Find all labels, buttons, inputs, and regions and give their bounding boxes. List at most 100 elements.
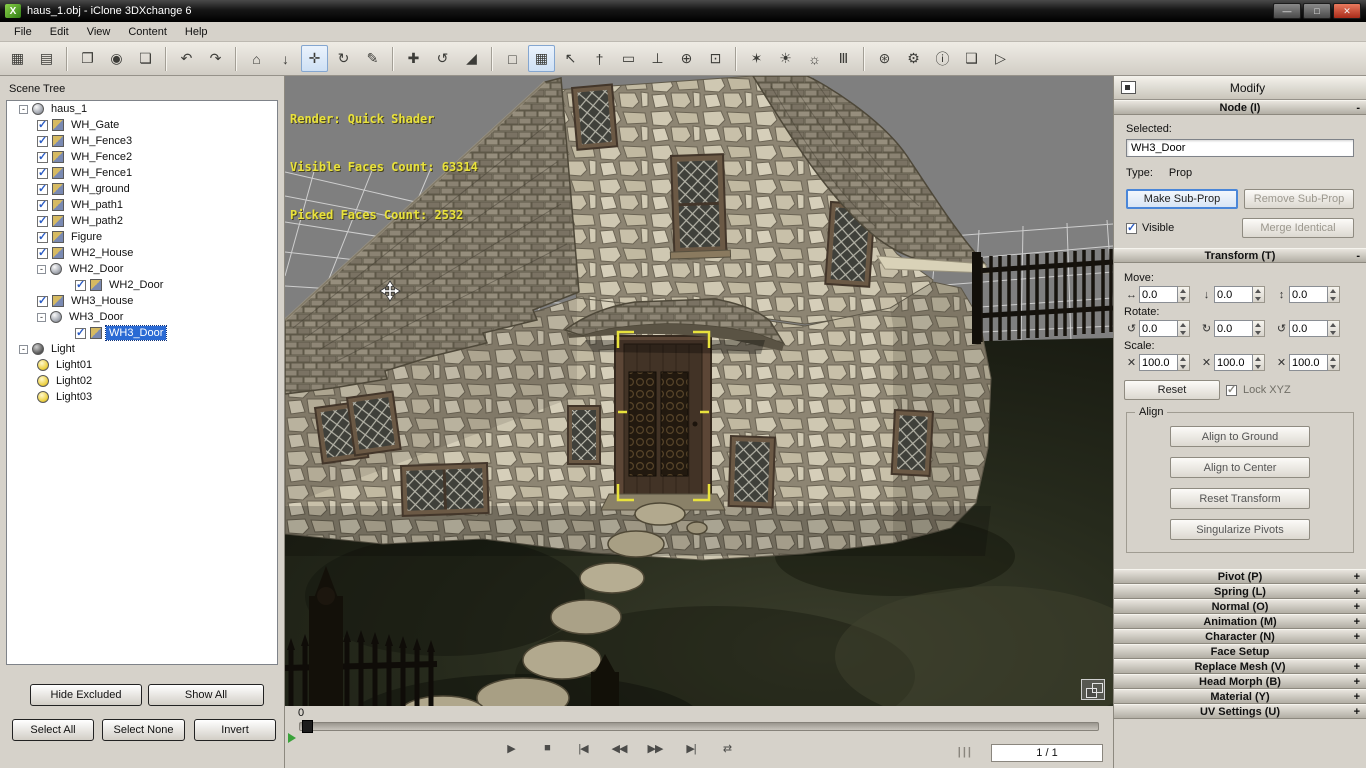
material-info-icon[interactable]: ⓘ [929, 45, 956, 72]
door-selected-prop[interactable] [600, 335, 726, 511]
close-button[interactable]: ✕ [1333, 3, 1361, 19]
tree-item-label[interactable]: WH_path1 [68, 198, 126, 212]
export-model-icon[interactable]: ❏ [132, 45, 159, 72]
pick-tool-icon[interactable]: ✎ [359, 45, 386, 72]
tree-visibility-checkbox[interactable] [75, 326, 86, 339]
expand-plus-icon[interactable]: + [1354, 570, 1360, 584]
section-replace-mesh-v[interactable]: Replace Mesh (V) + [1114, 659, 1366, 674]
rotate-axis-icon[interactable]: ↺ [1274, 322, 1289, 335]
timeline-handle[interactable] [302, 720, 313, 733]
spinner-arrows-icon[interactable] [1328, 320, 1340, 337]
scale-value-field[interactable] [1139, 354, 1178, 371]
tree-visibility-checkbox[interactable] [37, 118, 48, 131]
tree-item-label[interactable]: WH2_Door [106, 278, 166, 292]
prev-frame-icon[interactable]: ◀◀ [609, 742, 629, 755]
auto-light-icon[interactable]: ✶ [743, 45, 770, 72]
minimize-button[interactable]: — [1273, 3, 1301, 19]
spinner-arrows-icon[interactable] [1178, 354, 1190, 371]
tree-item-label[interactable]: WH_Fence3 [68, 134, 135, 148]
frame-counter-field[interactable]: 1 / 1 [991, 744, 1103, 762]
make-subprop-button[interactable]: Make Sub-Prop [1126, 189, 1238, 209]
go-last-icon[interactable]: ▶| [681, 742, 701, 755]
expand-plus-icon[interactable]: + [1354, 675, 1360, 689]
menu-content[interactable]: Content [119, 24, 176, 40]
expand-plus-icon[interactable]: + [1354, 690, 1360, 704]
section-transform[interactable]: Transform (T) - [1114, 248, 1366, 263]
next-frame-icon[interactable]: ▶▶ [645, 742, 665, 755]
move-axis-icon[interactable]: ↕ [1274, 289, 1289, 301]
section-material-y[interactable]: Material (Y) + [1114, 689, 1366, 704]
world-globe-icon[interactable]: ⊛ [871, 45, 898, 72]
align-to-ground-button[interactable]: Align to Ground [1170, 426, 1310, 447]
spinner-arrows-icon[interactable] [1253, 320, 1265, 337]
singularize-pivots-button[interactable]: Singularize Pivots [1170, 519, 1310, 540]
tree-expander-icon[interactable]: - [37, 312, 46, 322]
tools-wrench-icon[interactable]: ⚙ [900, 45, 927, 72]
scale-axis-icon[interactable]: ✕ [1199, 356, 1214, 369]
rotate-value-field[interactable] [1139, 320, 1178, 337]
timeline-slider[interactable] [299, 720, 1099, 733]
spinner-arrows-icon[interactable] [1253, 354, 1265, 371]
expand-plus-icon[interactable]: + [1354, 585, 1360, 599]
tree-item-label[interactable]: WH3_Door [104, 325, 168, 341]
selected-name-field[interactable] [1126, 139, 1354, 157]
expand-plus-icon[interactable]: + [1354, 660, 1360, 674]
spinner-arrows-icon[interactable] [1328, 354, 1340, 371]
collapse-minus-icon[interactable]: - [1356, 101, 1360, 115]
tree-visibility-checkbox[interactable] [37, 230, 48, 243]
home-camera-icon[interactable]: ⌂ [243, 45, 270, 72]
translate-gizmo-icon[interactable]: ✚ [400, 45, 427, 72]
move-axis-icon[interactable]: ↓ [1199, 289, 1214, 301]
duplicate-icon[interactable]: ❑ [958, 45, 985, 72]
brightness-icon[interactable]: ☼ [801, 45, 828, 72]
rotate-axis-icon[interactable]: ↻ [1199, 322, 1214, 335]
scene-tree[interactable]: - haus_1 WH_Gate WH_Fence3 WH_Fence2 WH_Fence… [6, 100, 278, 665]
expand-plus-icon[interactable]: + [1354, 630, 1360, 644]
tree-visibility-checkbox[interactable] [37, 214, 48, 227]
merge-identical-button[interactable]: Merge Identical [1242, 218, 1354, 238]
stop-icon[interactable]: ■ [537, 742, 557, 755]
play-icon[interactable]: ▶ [501, 742, 521, 755]
show-all-button[interactable]: Show All [148, 684, 264, 706]
orbit-camera-icon[interactable]: ↻ [330, 45, 357, 72]
tree-item-label[interactable]: WH2_House [68, 246, 136, 260]
expand-plus-icon[interactable]: + [1354, 615, 1360, 629]
reset-transform-button[interactable]: Reset Transform [1170, 488, 1310, 509]
send-to-iclone-icon[interactable]: ▷ [987, 45, 1014, 72]
scale-value-field[interactable] [1289, 354, 1328, 371]
select-none-button[interactable]: Select None [102, 719, 185, 741]
section-node[interactable]: Node (I) - [1114, 100, 1366, 115]
maximize-button[interactable]: □ [1303, 3, 1331, 19]
dock-panel-icon[interactable] [1121, 81, 1136, 94]
open-file-icon[interactable]: ▤ [33, 45, 60, 72]
redo-icon[interactable]: ↷ [202, 45, 229, 72]
viewport-maximize-icon[interactable] [1081, 679, 1105, 700]
undo-icon[interactable]: ↶ [173, 45, 200, 72]
tree-item-label[interactable]: WH_ground [68, 182, 133, 196]
move-value-field[interactable] [1289, 286, 1328, 303]
tree-item-label[interactable]: WH_Fence2 [68, 150, 135, 164]
tree-visibility-checkbox[interactable] [37, 150, 48, 163]
drop-to-floor-icon[interactable]: ⊥ [644, 45, 671, 72]
move-value-field[interactable] [1214, 286, 1253, 303]
section-face-setup[interactable]: Face Setup [1114, 644, 1366, 659]
scale-gizmo-icon[interactable]: ◢ [458, 45, 485, 72]
invert-selection-button[interactable]: Invert [194, 719, 276, 741]
expand-plus-icon[interactable]: + [1354, 705, 1360, 719]
timeline-grip[interactable]: ||| [958, 746, 973, 758]
tree-expander-icon[interactable]: - [37, 264, 46, 274]
scale-axis-icon[interactable]: ✕ [1124, 356, 1139, 369]
tree-item-label[interactable]: Light03 [53, 390, 95, 404]
menu-help[interactable]: Help [176, 24, 217, 40]
collapse-minus-icon[interactable]: - [1356, 249, 1360, 263]
tree-item-label[interactable]: haus_1 [48, 102, 90, 116]
align-to-center-button[interactable]: Align to Center [1170, 457, 1310, 478]
go-first-icon[interactable]: |◀ [573, 742, 593, 755]
section-pivot-p[interactable]: Pivot (P) + [1114, 569, 1366, 584]
scene-manager-icon[interactable]: ▦ [4, 45, 31, 72]
tree-item-label[interactable]: Light02 [53, 374, 95, 388]
expand-plus-icon[interactable]: + [1354, 600, 1360, 614]
scale-value-field[interactable] [1214, 354, 1253, 371]
import-model-icon[interactable]: ❐ [74, 45, 101, 72]
preview-model-icon[interactable]: ◉ [103, 45, 130, 72]
